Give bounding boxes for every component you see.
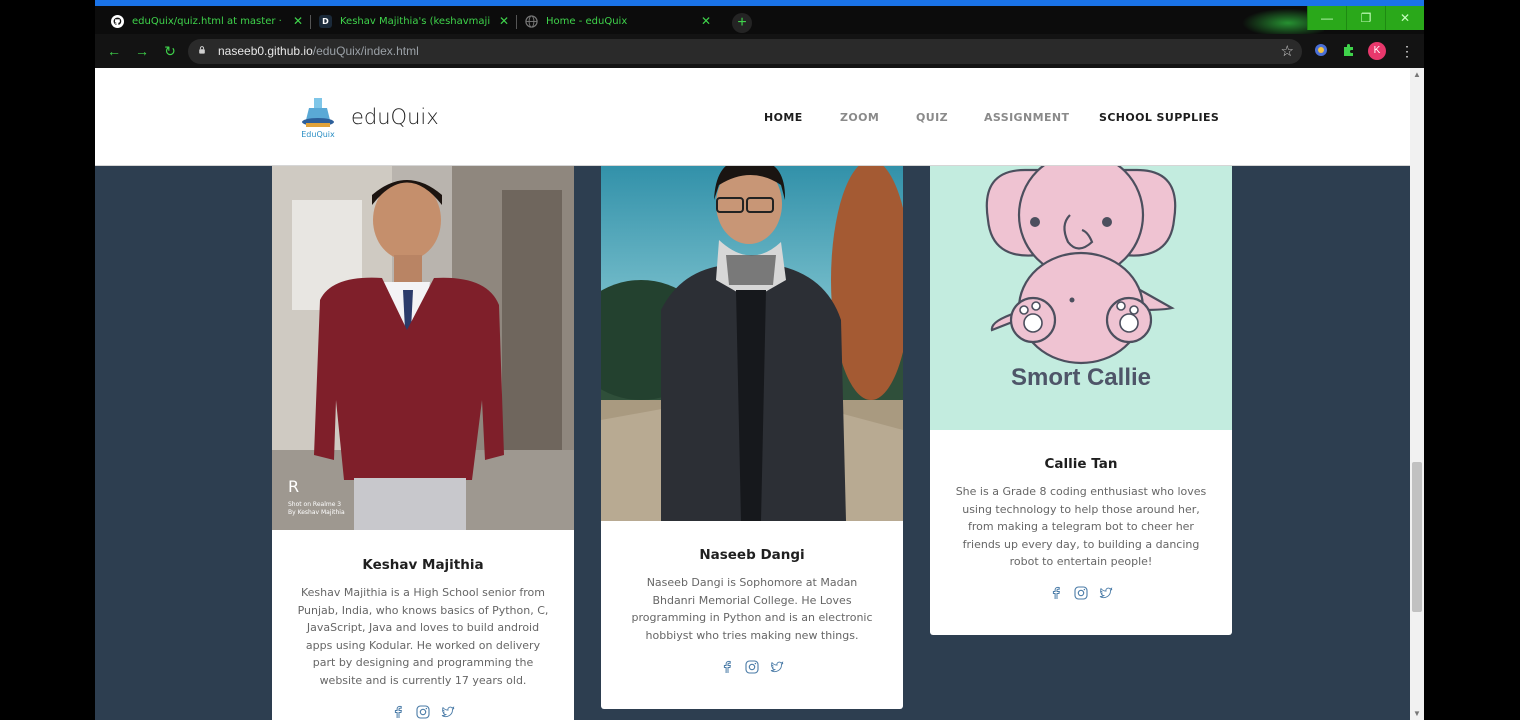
member-bio: Keshav Majithia is a High School senior …: [297, 586, 549, 687]
facebook-icon[interactable]: [1049, 585, 1063, 599]
more-menu-icon[interactable]: ⋮: [1400, 42, 1414, 60]
member-name: Callie Tan: [1044, 456, 1118, 472]
address-bar[interactable]: naseeb0.github.io/eduQuix/index.html ☆: [188, 39, 1302, 64]
team-card-keshav: R Shot on Realme 3 By Keshav Majithia Ke…: [272, 160, 574, 720]
url-path: /eduQuix/index.html: [312, 44, 419, 58]
eduquix-logo[interactable]: EduQuix: [300, 96, 336, 140]
member-name: Keshav Majithia: [362, 557, 484, 573]
lock-icon: [199, 46, 205, 54]
social-links: [601, 659, 903, 674]
restore-icon[interactable]: ❐: [1346, 6, 1385, 30]
scroll-down-arrow-icon[interactable]: ▼: [1413, 709, 1421, 718]
page-viewport: R Shot on Realme 3 By Keshav Majithia Ke…: [95, 68, 1410, 720]
camera-watermark-logo: R: [288, 477, 299, 496]
tab-dev[interactable]: D Keshav Majithia's (keshavmajithia) · D…: [311, 9, 515, 34]
member-bio: She is a Grade 8 coding enthusiast who l…: [955, 485, 1207, 568]
member-name: Naseeb Dangi: [699, 547, 805, 563]
close-tab-icon[interactable]: ✕: [701, 14, 711, 28]
close-tab-icon[interactable]: ✕: [293, 14, 303, 28]
reload-icon[interactable]: ↻: [161, 42, 179, 60]
url-text: naseeb0.github.io/eduQuix/index.html: [218, 44, 419, 58]
browser-toolbar: ← → ↻ naseeb0.github.io/eduQuix/index.ht…: [95, 34, 1424, 68]
logo-text: EduQuix: [301, 130, 335, 139]
forward-arrow-icon[interactable]: →: [133, 42, 151, 60]
tab-title: eduQuix/quiz.html at master · naseeb0/ed…: [132, 16, 282, 27]
instagram-icon[interactable]: [745, 659, 759, 674]
twitter-icon[interactable]: [441, 704, 455, 718]
team-card-callie: Smort Callie Callie Tan She is a Grade 8…: [930, 160, 1232, 635]
nav-quiz[interactable]: QUIZ: [916, 111, 948, 124]
tab-github[interactable]: eduQuix/quiz.html at master · naseeb0/ed…: [103, 9, 309, 34]
globe-icon: [525, 15, 538, 28]
photo-caption-1: Shot on Realme 3: [288, 501, 341, 508]
page-scrollbar[interactable]: ▲ ▼: [1410, 68, 1424, 720]
tab-title: Keshav Majithia's (keshavmajithia) · DEV: [340, 16, 490, 27]
instagram-icon[interactable]: [1074, 585, 1088, 600]
nav-assignment[interactable]: ASSIGNMENT: [984, 111, 1069, 124]
extension-avatar-icon[interactable]: [1313, 43, 1329, 59]
tab-strip: eduQuix/quiz.html at master · naseeb0/ed…: [95, 6, 1424, 40]
extensions-puzzle-icon[interactable]: [1341, 43, 1357, 59]
url-host: naseeb0.github.io: [218, 44, 313, 58]
social-links: [930, 585, 1232, 600]
tab-title: Home - eduQuix: [546, 16, 628, 27]
scrollbar-thumb[interactable]: [1412, 462, 1422, 612]
facebook-icon[interactable]: [391, 704, 405, 718]
site-header: EduQuix eduQuix HOME ZOOM QUIZ ASSIGNMEN…: [95, 68, 1410, 166]
twitter-icon[interactable]: [770, 659, 784, 673]
minimize-icon[interactable]: —: [1307, 6, 1346, 30]
nav-zoom[interactable]: ZOOM: [840, 111, 879, 124]
instagram-icon[interactable]: [416, 704, 430, 719]
close-tab-icon[interactable]: ✕: [499, 14, 509, 28]
close-window-icon[interactable]: ✕: [1385, 6, 1424, 30]
profile-photo-keshav: R Shot on Realme 3 By Keshav Majithia: [272, 160, 574, 530]
image-title: Smort Callie: [1011, 364, 1151, 391]
member-bio: Naseeb Dangi is Sophomore at Madan Bhdan…: [631, 576, 873, 642]
nav-home[interactable]: HOME: [764, 111, 803, 124]
profile-image-callie: Smort Callie: [930, 160, 1232, 430]
github-icon: [111, 15, 124, 28]
profile-photo-naseeb: [601, 160, 903, 521]
team-card-naseeb: Naseeb Dangi Naseeb Dangi is Sophomore a…: [601, 160, 903, 709]
facebook-icon[interactable]: [720, 659, 734, 673]
profile-avatar[interactable]: K: [1368, 42, 1386, 60]
scroll-up-arrow-icon[interactable]: ▲: [1413, 70, 1421, 79]
browser-window: eduQuix/quiz.html at master · naseeb0/ed…: [95, 0, 1424, 720]
site-brand[interactable]: eduQuix: [351, 105, 439, 129]
dev-icon: D: [319, 15, 332, 28]
bookmark-star-icon[interactable]: ☆: [1281, 42, 1294, 60]
twitter-icon[interactable]: [1099, 585, 1113, 599]
photo-caption-2: By Keshav Majithia: [288, 509, 345, 516]
window-controls: — ❐ ✕: [1307, 6, 1424, 30]
nav-school-supplies[interactable]: SCHOOL SUPPLIES: [1099, 111, 1219, 124]
social-links: [272, 704, 574, 719]
tab-eduquix[interactable]: Home - eduQuix ✕: [517, 9, 717, 34]
new-tab-button[interactable]: +: [732, 13, 752, 33]
back-arrow-icon[interactable]: ←: [105, 42, 123, 60]
